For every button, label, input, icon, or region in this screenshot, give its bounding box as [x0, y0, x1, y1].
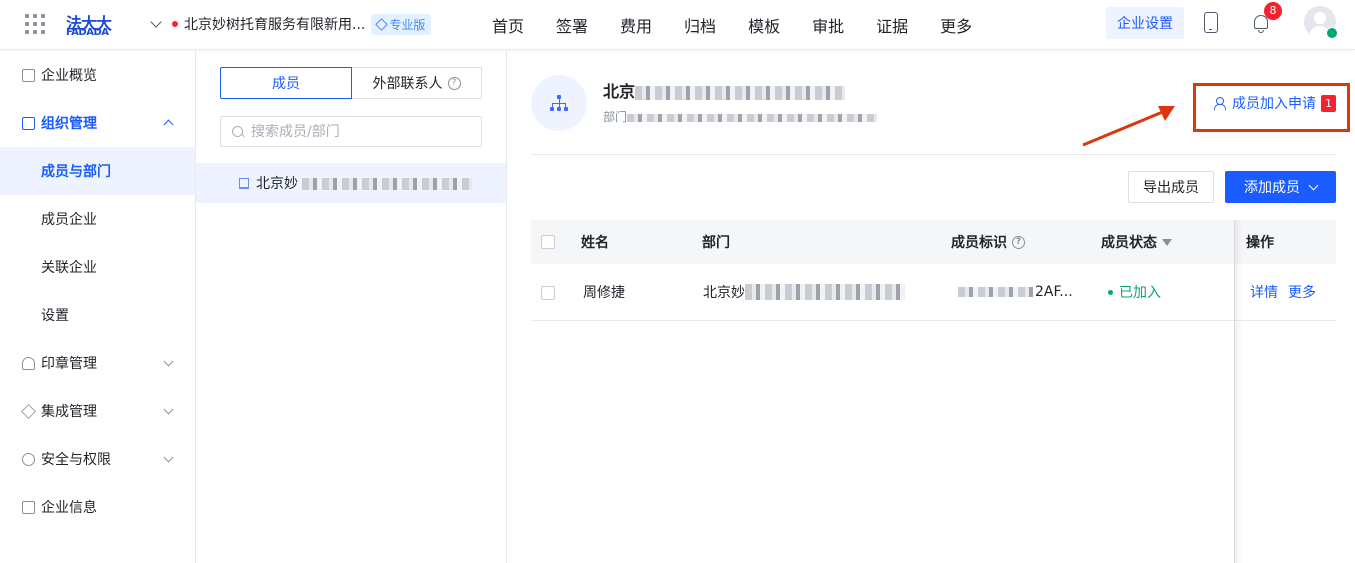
- redacted-text: [745, 284, 905, 300]
- help-icon[interactable]: ?: [1012, 235, 1025, 249]
- diamond-icon: [375, 17, 389, 31]
- sidebar-item-overview[interactable]: 企业概览: [0, 51, 195, 99]
- divider: [531, 154, 1336, 155]
- user-add-icon: [1214, 97, 1227, 110]
- chevron-down-icon: [150, 16, 162, 28]
- sidebar: 企业概览 组织管理 成员与部门 成员企业 关联企业 设置 印章管理 集成管理 安…: [0, 51, 196, 563]
- member-status: 已加入: [1108, 264, 1161, 320]
- member-list-panel: 北京 部门 成员加入申请 1 导出成员 添加成员 姓名 部门 成员标识 ? 成员…: [507, 51, 1355, 563]
- department-title: 北京: [603, 78, 846, 102]
- export-members-button[interactable]: 导出成员: [1128, 171, 1214, 203]
- sidebar-item-member-companies[interactable]: 成员企业: [0, 195, 195, 243]
- tab-external-contacts[interactable]: 外部联系人 ?: [352, 67, 482, 99]
- enterprise-settings-button[interactable]: 企业设置: [1106, 7, 1184, 39]
- dashboard-icon: [22, 68, 35, 82]
- nav-sign[interactable]: 签署: [556, 13, 588, 37]
- column-member-status: 成员状态: [1101, 220, 1172, 264]
- column-department: 部门: [702, 235, 730, 251]
- company-name: 北京妙树托育服务有限新用...: [184, 17, 366, 33]
- company-switcher[interactable]: 北京妙树托育服务有限新用... 专业版: [150, 13, 432, 35]
- member-department: 北京妙: [703, 264, 905, 320]
- search-icon: [232, 126, 243, 137]
- department-subtitle: 部门: [603, 108, 878, 125]
- sidebar-item-related-companies[interactable]: 关联企业: [0, 243, 195, 291]
- chevron-down-icon: [1308, 180, 1319, 190]
- annotation-arrow: [1082, 106, 1175, 147]
- main-nav: 首页 签署 费用 归档 模板 审批 证据 更多: [492, 13, 1004, 37]
- nav-archive[interactable]: 归档: [684, 13, 716, 37]
- redacted-text: [627, 113, 878, 122]
- sidebar-item-integration[interactable]: 集成管理: [0, 387, 195, 435]
- tree-node-root[interactable]: 北京妙: [196, 163, 506, 203]
- nav-fees[interactable]: 费用: [620, 13, 652, 37]
- sidebar-item-company-info[interactable]: 企业信息: [0, 483, 195, 531]
- column-member-id: 成员标识 ?: [951, 220, 1025, 264]
- redacted-text: [958, 287, 1033, 297]
- column-actions: 操作: [1246, 235, 1274, 251]
- member-type-tabs: 成员 外部联系人 ?: [220, 67, 482, 99]
- redacted-text: [635, 85, 846, 100]
- nav-more[interactable]: 更多: [940, 13, 972, 37]
- chevron-down-icon: [163, 452, 174, 462]
- notification-badge: 8: [1264, 2, 1282, 20]
- nav-approval[interactable]: 审批: [812, 13, 844, 37]
- table-row: 周修捷 北京妙 2AF... 已加入 详情 更多: [531, 264, 1336, 321]
- sidebar-item-seal[interactable]: 印章管理: [0, 339, 195, 387]
- member-name: 周修捷: [583, 285, 625, 301]
- member-join-request-link[interactable]: 成员加入申请 1: [1214, 93, 1336, 113]
- sidebar-item-org[interactable]: 组织管理: [0, 99, 195, 147]
- sidebar-item-security[interactable]: 安全与权限: [0, 435, 195, 483]
- app-grid-icon[interactable]: [25, 14, 45, 34]
- chevron-down-icon: [163, 356, 174, 366]
- member-search: [220, 116, 482, 147]
- chevron-up-icon: [163, 119, 174, 130]
- org-chart-icon: [550, 94, 568, 112]
- nav-home[interactable]: 首页: [492, 13, 524, 37]
- org-tree-panel: 成员 外部联系人 ? 北京妙: [196, 51, 507, 563]
- sidebar-item-members[interactable]: 成员与部门: [0, 147, 195, 195]
- help-icon: ?: [447, 76, 461, 90]
- status-dot: [1108, 289, 1113, 295]
- more-link[interactable]: 更多: [1288, 282, 1316, 302]
- mobile-icon[interactable]: [1204, 12, 1218, 33]
- nav-templates[interactable]: 模板: [748, 13, 780, 37]
- tree-node-label: 北京妙: [256, 176, 298, 192]
- fadada-logo[interactable]: 法大大 FADADA: [66, 10, 118, 38]
- member-id: 2AF...: [958, 264, 1073, 320]
- add-member-button[interactable]: 添加成员: [1225, 171, 1336, 203]
- layers-icon: [21, 403, 36, 419]
- verified-check-icon: [1326, 27, 1338, 39]
- filter-icon[interactable]: [1162, 238, 1172, 246]
- building-icon: [22, 500, 35, 514]
- detail-link[interactable]: 详情: [1250, 282, 1278, 302]
- row-actions: 详情 更多: [1250, 264, 1316, 320]
- redacted-text: [302, 178, 472, 190]
- sidebar-item-settings[interactable]: 设置: [0, 291, 195, 339]
- chevron-down-icon: [163, 404, 174, 414]
- table-header: 姓名 部门 成员标识 ? 成员状态 操作: [531, 220, 1336, 264]
- join-request-badge: 1: [1321, 94, 1336, 112]
- nav-evidence[interactable]: 证据: [876, 13, 908, 37]
- column-name: 姓名: [581, 235, 609, 251]
- unverified-dot: [172, 21, 178, 27]
- row-checkbox[interactable]: [541, 286, 555, 300]
- building-icon: [239, 177, 249, 189]
- org-icon: [22, 116, 35, 130]
- security-icon: [22, 452, 35, 466]
- search-input[interactable]: [251, 123, 471, 140]
- department-avatar: [531, 75, 587, 131]
- tab-members[interactable]: 成员: [220, 67, 352, 99]
- seal-icon: [22, 356, 35, 370]
- fixed-column-shadow: [1234, 220, 1242, 563]
- top-bar: 法大大 FADADA 北京妙树托育服务有限新用... 专业版 首页 签署 费用 …: [0, 0, 1355, 50]
- version-badge: 专业版: [371, 13, 432, 35]
- select-all-checkbox[interactable]: [541, 235, 555, 249]
